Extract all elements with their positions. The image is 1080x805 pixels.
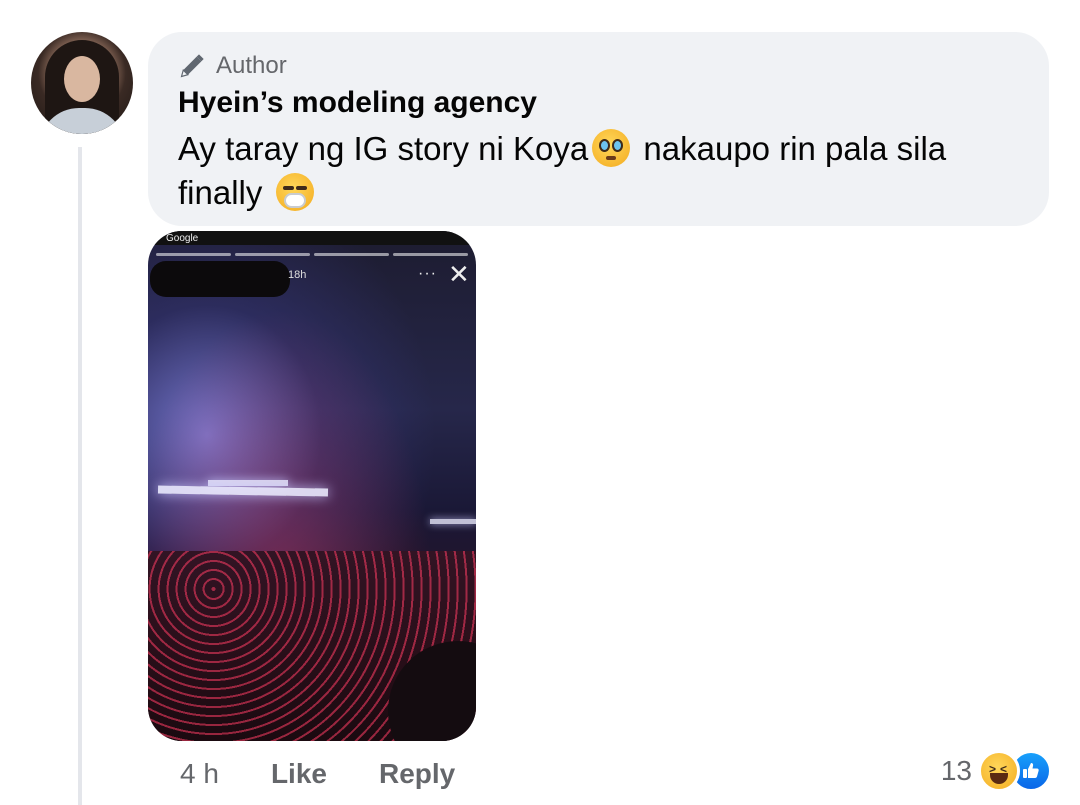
author-badge-label: Author — [216, 52, 287, 79]
comment-timestamp[interactable]: 4 h — [180, 758, 219, 790]
face-with-hand-over-mouth-icon — [275, 173, 314, 211]
status-bar-label: Google — [166, 233, 199, 244]
avatar-face — [64, 56, 100, 102]
story-progress-bar — [156, 253, 468, 256]
commenter-avatar[interactable] — [31, 32, 133, 134]
stage-screen-light — [157, 485, 329, 497]
comment-text-part1: Ay taray ng IG story ni Koya — [178, 130, 589, 167]
redacted-username — [150, 261, 290, 297]
close-icon: ✕ — [448, 259, 470, 289]
author-badge: Author — [178, 52, 287, 80]
comment-photo-attachment[interactable]: Google 18h ··· ✕ — [148, 231, 476, 741]
pleading-face-icon — [592, 129, 631, 167]
pencil-icon — [180, 54, 204, 78]
reaction-count: 13 — [940, 755, 972, 786]
more-options-icon: ··· — [418, 265, 437, 282]
stage-screen-light — [430, 519, 476, 524]
stage-screen-light — [208, 480, 288, 486]
comment-actions: 4 h Like Reply — [180, 758, 455, 790]
thread-line — [78, 147, 82, 805]
comment-author-name[interactable]: Hyein’s modeling agency — [178, 86, 537, 120]
like-button[interactable]: Like — [271, 758, 327, 790]
reply-button[interactable]: Reply — [379, 758, 455, 790]
reaction-summary[interactable]: 13 >< — [941, 750, 1052, 792]
story-time: 18h — [288, 269, 307, 281]
haha-reaction-icon: >< — [978, 750, 1020, 792]
comment-bubble: Author Hyein’s modeling agency Ay taray … — [148, 32, 1049, 226]
comment-text: Ay taray ng IG story ni Koya nakaupo rin… — [178, 127, 1018, 215]
